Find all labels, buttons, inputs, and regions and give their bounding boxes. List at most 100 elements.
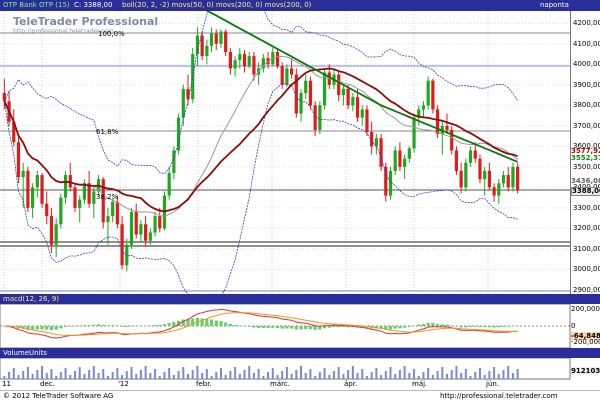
volume-bar <box>478 368 481 379</box>
candle-body <box>308 80 313 106</box>
macd-histogram-bar <box>82 325 87 326</box>
candle-body <box>341 88 346 96</box>
candle-body <box>407 148 411 159</box>
volume-bar <box>332 371 335 379</box>
volume-bar <box>163 372 166 379</box>
volume-bar <box>413 369 416 379</box>
macd-axis-zero: 0 <box>571 322 576 330</box>
price-tick: 3200,00 <box>573 224 600 233</box>
volume-bar <box>45 373 48 379</box>
volume-bar <box>31 374 34 379</box>
volume-bar <box>191 370 194 379</box>
macd-histogram-bar <box>167 323 171 326</box>
volume-bar <box>460 373 463 379</box>
volume-bar <box>323 368 326 379</box>
candle-body <box>35 175 39 188</box>
candle-body <box>45 203 49 217</box>
volume-bar <box>488 371 491 379</box>
candle-body <box>501 175 506 184</box>
macd-histogram-bar <box>435 323 440 326</box>
macd-histogram-bar <box>101 325 105 326</box>
macd-histogram-bar <box>224 322 228 326</box>
candle-body <box>115 201 119 225</box>
macd-histogram-bar <box>162 324 167 326</box>
volume-label[interactable]: VolumeUnits <box>3 349 47 358</box>
volume-bar <box>144 366 147 379</box>
footer-url[interactable]: http://professional.teletrader.com <box>440 392 557 400</box>
macd-histogram-bar <box>313 326 317 330</box>
macd-histogram-bar <box>285 326 289 329</box>
x-label-2012: '12 <box>118 380 129 388</box>
period-label[interactable]: naponta <box>540 1 569 10</box>
macd-histogram-bar <box>322 326 327 329</box>
macd-histogram-bar <box>440 324 444 326</box>
volume-bar <box>285 367 288 379</box>
volume-bar <box>121 375 124 379</box>
x-label-dec: dec. <box>40 380 55 388</box>
volume-bar <box>361 369 364 379</box>
indicator-list[interactable]: boll(20, 2, -2) movs(50, 0) movs(200, 0)… <box>122 1 311 10</box>
volume-bar <box>205 369 208 379</box>
macd-histogram-bar <box>497 326 501 328</box>
macd-histogram-bar <box>257 326 261 328</box>
candle-body <box>219 31 223 44</box>
chart-canvas[interactable] <box>0 0 600 400</box>
volume-bar <box>262 376 265 379</box>
macd-histogram-bar <box>87 325 91 326</box>
macd-histogram-bar <box>233 324 237 326</box>
volume-bar <box>125 371 128 379</box>
candle-body <box>360 109 364 118</box>
macd-histogram-bar <box>337 326 341 328</box>
macd-histogram-bar <box>398 326 402 329</box>
volume-bar <box>483 375 486 379</box>
volume-bar <box>431 375 434 379</box>
volume-bar <box>493 367 496 379</box>
volume-bar <box>384 371 387 379</box>
candle-body <box>26 170 30 208</box>
volume-bar <box>380 375 383 379</box>
macd-histogram-bar <box>266 326 270 329</box>
volume-bar <box>450 370 453 379</box>
candle-body <box>16 142 21 178</box>
candle-body <box>355 97 360 118</box>
candle-body <box>40 175 44 204</box>
volume-bar <box>295 370 298 379</box>
volume-bar <box>328 375 331 379</box>
candle-body <box>247 56 251 67</box>
x-label-nov: 11 <box>2 380 11 388</box>
volume-bar <box>3 376 6 379</box>
macd-histogram-bar <box>459 326 463 328</box>
macd-label[interactable]: macd(12, 26, 9) <box>3 295 59 304</box>
candle-body <box>214 33 218 44</box>
candle-body <box>445 125 449 130</box>
macd-histogram-bar <box>134 326 138 327</box>
volume-bar <box>398 370 401 379</box>
candle-body <box>54 224 58 245</box>
macd-histogram-bar <box>40 326 44 330</box>
volume-bar <box>154 369 157 379</box>
volume-bar <box>130 367 133 379</box>
macd-histogram-bar <box>393 326 397 329</box>
candle-body <box>21 170 25 178</box>
volume-bar <box>201 373 204 379</box>
candle-body <box>487 170 491 188</box>
volume-bar <box>403 366 406 379</box>
volume-bar <box>17 375 20 379</box>
macd-header: macd(12, 26, 9) <box>0 294 600 304</box>
volume-bar <box>238 374 241 379</box>
volume-bar <box>172 375 175 379</box>
candle-body <box>186 88 190 100</box>
candle-body <box>318 105 322 130</box>
volume-bar <box>224 375 227 379</box>
macd-histogram-bar <box>35 326 39 330</box>
candle-body <box>73 187 77 208</box>
symbol-name[interactable]: OTP Bank OTP (15) <box>3 1 70 10</box>
volume-bar <box>276 375 279 379</box>
macd-histogram-bar <box>473 326 477 327</box>
candle-body <box>379 138 383 167</box>
volume-bar <box>248 366 251 379</box>
volume-bar <box>314 376 317 379</box>
volume-bar <box>149 373 152 379</box>
macd-histogram-bar <box>205 318 209 326</box>
macd-histogram-bar <box>144 325 148 327</box>
